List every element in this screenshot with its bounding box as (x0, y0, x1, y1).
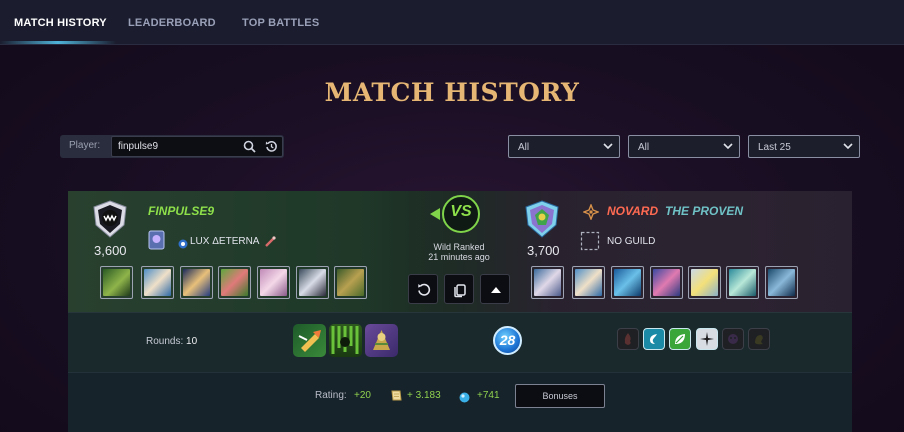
bonuses-button[interactable]: Bonuses (515, 384, 605, 408)
league-badge-icon (90, 199, 130, 244)
ruleset-1-icon[interactable] (293, 324, 326, 357)
guild-banner-icon (148, 230, 165, 255)
player-rating: 3,600 (94, 243, 127, 258)
opponent-team-card-4[interactable] (650, 266, 683, 299)
player-search: Player: (60, 135, 284, 158)
replay-icon (418, 283, 431, 296)
energy-orb-icon (459, 390, 470, 408)
player-label: Player: (69, 140, 101, 151)
chevron-up-icon (491, 287, 501, 293)
guild-brush-icon (264, 235, 276, 253)
format-filter-value: All (518, 142, 530, 153)
search-icon[interactable] (243, 140, 256, 158)
opponent-title: THE PROVEN (665, 204, 744, 218)
ruleset-3-icon[interactable] (365, 324, 398, 357)
tab-match-history[interactable]: MATCH HISTORY (14, 17, 107, 29)
player-team-card-7[interactable] (334, 266, 367, 299)
page-title: MATCH HISTORY (324, 78, 580, 107)
rating-label: Rating: (315, 390, 347, 401)
active-tab-indicator (0, 41, 116, 44)
splinter-death-icon (722, 328, 744, 350)
count-filter-value: Last 25 (758, 142, 791, 153)
opponent-name[interactable]: NOVARD (607, 204, 658, 218)
count-filter-select[interactable]: Last 25 (748, 135, 860, 158)
player-team-card-5[interactable] (257, 266, 290, 299)
type-filter-value: All (638, 142, 650, 153)
splinter-earth-icon (669, 328, 691, 350)
format-filter-select[interactable]: All (508, 135, 620, 158)
player-name[interactable]: FINPULSE9 (148, 204, 214, 218)
no-guild-icon (580, 231, 600, 256)
type-filter-select[interactable]: All (628, 135, 740, 158)
player-team-card-1[interactable] (100, 266, 133, 299)
opponent-rating: 3,700 (527, 243, 560, 258)
replay-button[interactable] (408, 274, 438, 304)
copy-icon (454, 284, 466, 298)
tab-top-battles[interactable]: TOP BATTLES (242, 17, 319, 29)
vs-label: VS (450, 203, 472, 220)
opponent-guild-name: NO GUILD (607, 236, 656, 247)
energy-reward: +741 (477, 390, 500, 401)
splinter-fire-icon (617, 328, 639, 350)
collapse-button[interactable] (480, 274, 510, 304)
splinter-life-icon (696, 328, 718, 350)
sps-scroll-icon (390, 389, 403, 407)
splinter-dragon-icon (748, 328, 770, 350)
rounds-info: Rounds: 10 (146, 336, 197, 347)
player-team-card-6[interactable] (296, 266, 329, 299)
opponent-team-card-5[interactable] (688, 266, 721, 299)
player-team-card-3[interactable] (180, 266, 213, 299)
opponent-title-icon (582, 203, 600, 225)
sps-reward: + 3.183 (407, 390, 441, 401)
chevron-down-icon (843, 141, 853, 154)
history-reset-icon[interactable] (265, 140, 278, 158)
rating-change: +20 (354, 390, 371, 401)
player-guild-name[interactable]: LUX ΔETERNA (190, 236, 259, 247)
copy-button[interactable] (444, 274, 474, 304)
splinter-water-icon (643, 328, 665, 350)
top-nav: MATCH HISTORY LEADERBOARD TOP BATTLES (0, 0, 904, 45)
chevron-down-icon (723, 141, 733, 154)
ruleset-2-icon[interactable] (329, 324, 362, 357)
tab-leaderboard[interactable]: LEADERBOARD (128, 17, 216, 29)
opponent-league-badge-icon (522, 199, 562, 244)
rounds-value: 10 (186, 336, 198, 347)
opponent-team-card-2[interactable] (572, 266, 605, 299)
player-team-card-4[interactable] (218, 266, 251, 299)
opponent-team-card-7[interactable] (765, 266, 798, 299)
opponent-team-card-6[interactable] (726, 266, 759, 299)
rounds-label: Rounds: (146, 336, 184, 347)
opponent-team-card-3[interactable] (611, 266, 644, 299)
chevron-down-icon (603, 141, 613, 154)
guild-crest-icon (178, 236, 188, 254)
battle-time-ago: 21 minutes ago (428, 252, 490, 262)
opponent-team-card-1[interactable] (531, 266, 564, 299)
mana-cap-badge: 28 (493, 326, 522, 355)
player-search-input[interactable] (111, 136, 283, 157)
player-team-card-2[interactable] (141, 266, 174, 299)
